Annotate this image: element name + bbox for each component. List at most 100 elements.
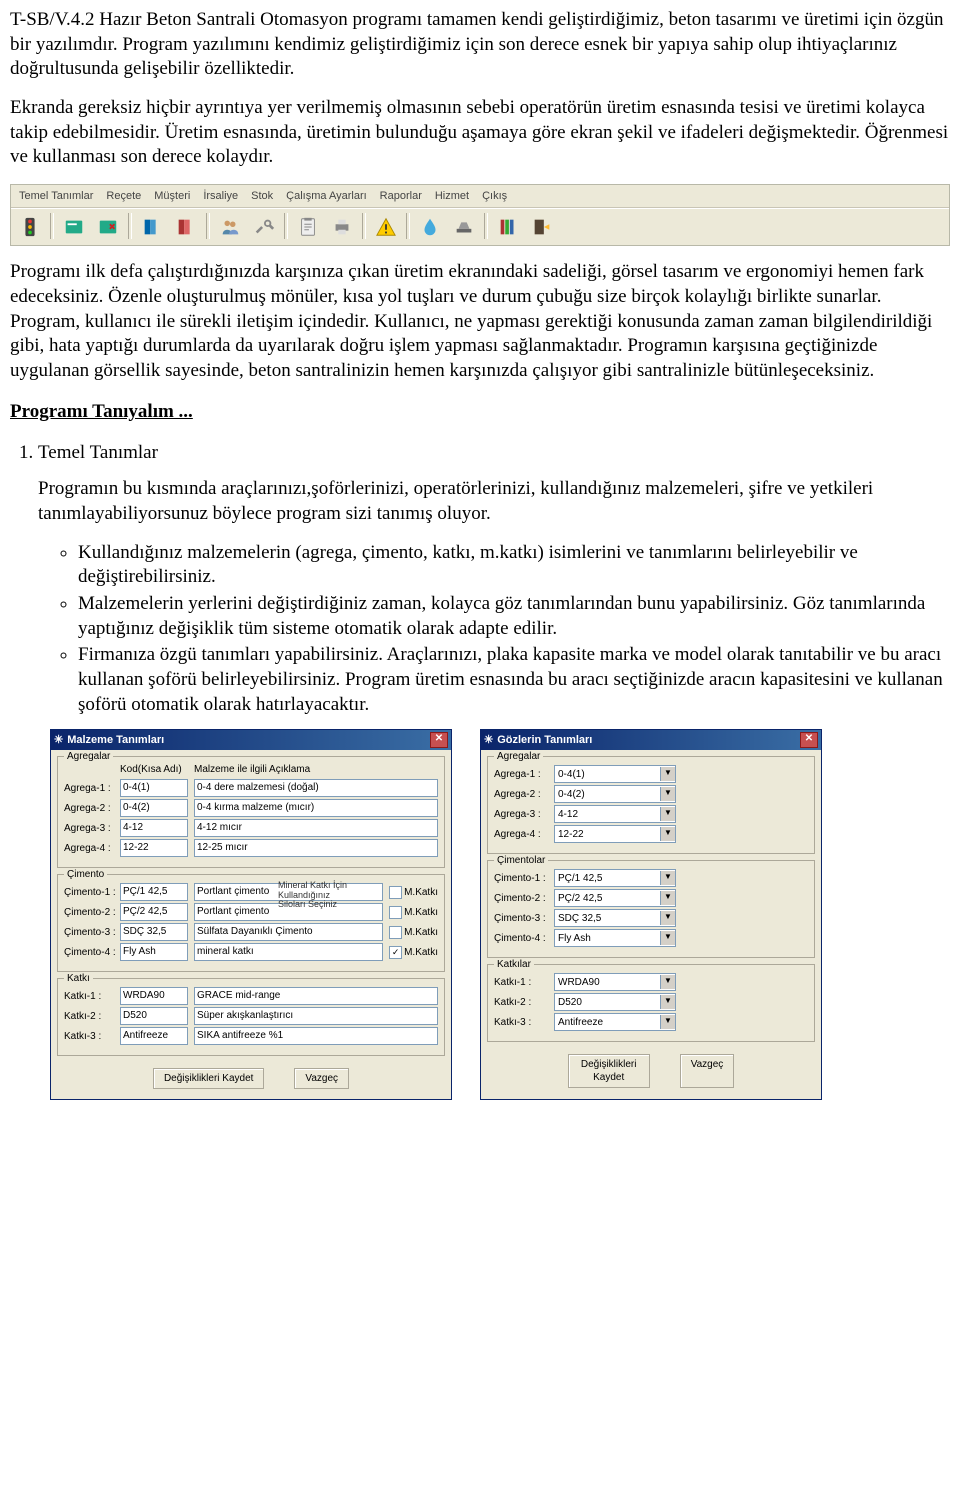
- code-input[interactable]: 0-4(2): [120, 799, 188, 817]
- desc-input[interactable]: SIKA antifreeze %1: [194, 1027, 438, 1045]
- dropdown[interactable]: SDÇ 32,5▼: [554, 909, 676, 927]
- mkatki-checkbox[interactable]: ✓M.Katkı: [389, 946, 438, 959]
- clipboard-icon[interactable]: [292, 212, 324, 242]
- desc-input[interactable]: 12-25 mıcır: [194, 839, 438, 857]
- code-input[interactable]: SDÇ 32,5: [120, 923, 188, 941]
- dropdown-value: 0-4(1): [555, 768, 660, 781]
- red-folder-icon[interactable]: [170, 212, 202, 242]
- code-input[interactable]: Antifreeze: [120, 1027, 188, 1045]
- field-label: Agrega-1 :: [64, 782, 120, 795]
- cancel-button[interactable]: Vazgeç: [680, 1054, 735, 1088]
- code-input[interactable]: D520: [120, 1007, 188, 1025]
- bullet-3: Firmanıza özgü tanımları yapabilirsiniz.…: [78, 643, 950, 717]
- menu-stok[interactable]: Stok: [245, 187, 279, 205]
- dropdown-value: WRDA90: [555, 976, 660, 989]
- mineral-katki-hint: Mineral Katkı İçin Kullandığınız Silolar…: [278, 881, 358, 909]
- save-button[interactable]: Değişiklikleri Kaydet: [568, 1054, 650, 1088]
- users-icon[interactable]: [214, 212, 246, 242]
- water-drop-icon[interactable]: [414, 212, 446, 242]
- field-label: Katkı-1 :: [64, 990, 120, 1003]
- dropdown-value: PÇ/2 42,5: [555, 892, 660, 905]
- dropdown[interactable]: 12-22▼: [554, 825, 676, 843]
- form-row: Çimento-4 :Fly Ash▼: [494, 929, 808, 947]
- field-label: Katkı-2 :: [494, 996, 554, 1009]
- titlebar: ✳ Gözlerin Tanımları ✕: [481, 730, 821, 750]
- field-label: Agrega-2 :: [494, 788, 554, 801]
- close-icon[interactable]: ✕: [430, 732, 448, 748]
- dropdown[interactable]: WRDA90▼: [554, 973, 676, 991]
- form-row: Agrega-2 :0-4(2)▼: [494, 785, 808, 803]
- green-card-icon[interactable]: [58, 212, 90, 242]
- desc-input[interactable]: 0-4 dere malzemesi (doğal): [194, 779, 438, 797]
- desc-input[interactable]: Süper akışkanlaştırıcı: [194, 1007, 438, 1025]
- traffic-light-icon[interactable]: [14, 212, 46, 242]
- blue-folder-icon[interactable]: [136, 212, 168, 242]
- code-input[interactable]: 12-22: [120, 839, 188, 857]
- mixer-icon[interactable]: [448, 212, 480, 242]
- field-label: Çimento-3 :: [494, 912, 554, 925]
- malzeme-tanimlari-dialog: ✳ Malzeme Tanımları ✕ Agregalar Kod(Kısa…: [50, 729, 452, 1100]
- exit-icon[interactable]: [526, 212, 558, 242]
- field-label: Katkı-2 :: [64, 1010, 120, 1023]
- dropdown-value: D520: [555, 996, 660, 1009]
- menu-hizmet[interactable]: Hizmet: [429, 187, 475, 205]
- code-input[interactable]: PÇ/1 42,5: [120, 883, 188, 901]
- dropdown-value: 4-12: [555, 808, 660, 821]
- form-row: Çimento-3 :SDÇ 32,5▼: [494, 909, 808, 927]
- menu-recete[interactable]: Reçete: [100, 187, 147, 205]
- books-icon[interactable]: [492, 212, 524, 242]
- form-row: Agrega-1 :0-4(1) 0-4 dere malzemesi (doğa…: [64, 779, 438, 797]
- code-input[interactable]: Fly Ash: [120, 943, 188, 961]
- menu-raporlar[interactable]: Raporlar: [374, 187, 428, 205]
- code-input[interactable]: 4-12: [120, 819, 188, 837]
- desc-input[interactable]: GRACE mid-range: [194, 987, 438, 1005]
- dropdown[interactable]: 0-4(1)▼: [554, 765, 676, 783]
- group-label: Katkı: [64, 972, 93, 985]
- form-row: Agrega-4 :12-22 12-25 mıcır: [64, 839, 438, 857]
- col-header-code: Kod(Kısa Adı): [120, 763, 182, 776]
- dropdown[interactable]: PÇ/1 42,5▼: [554, 869, 676, 887]
- cancel-button[interactable]: Vazgeç: [294, 1068, 349, 1089]
- green-card-x-icon[interactable]: [92, 212, 124, 242]
- form-row: Agrega-1 :0-4(1)▼: [494, 765, 808, 783]
- menu-musteri[interactable]: Müşteri: [148, 187, 196, 205]
- dropdown[interactable]: 4-12▼: [554, 805, 676, 823]
- warning-icon[interactable]: [370, 212, 402, 242]
- dropdown[interactable]: Fly Ash▼: [554, 929, 676, 947]
- bullet-1: Kullandığınız malzemelerin (agrega, çime…: [78, 541, 950, 590]
- chevron-down-icon: ▼: [660, 891, 675, 905]
- intro-para-1: T-SB/V.4.2 Hazır Beton Santrali Otomasyo…: [10, 8, 950, 82]
- mkatki-checkbox[interactable]: M.Katkı: [389, 886, 438, 899]
- dropdown[interactable]: D520▼: [554, 993, 676, 1011]
- menu-cikis[interactable]: Çıkış: [476, 187, 513, 205]
- desc-input[interactable]: 0-4 kırma malzeme (mıcır): [194, 799, 438, 817]
- code-input[interactable]: 0-4(1): [120, 779, 188, 797]
- dropdown[interactable]: PÇ/2 42,5▼: [554, 889, 676, 907]
- agregalar-group: Agregalar Kod(Kısa Adı) Malzeme ile ilgi…: [57, 756, 445, 868]
- form-row: Katkı-3 :Antifreeze▼: [494, 1013, 808, 1031]
- form-row: Çimento-4 :Fly Ashmineral katkı✓M.Katkı: [64, 943, 438, 961]
- field-label: Agrega-4 :: [64, 842, 120, 855]
- desc-input[interactable]: 4-12 mıcır: [194, 819, 438, 837]
- menu-temel-tanimlar[interactable]: Temel Tanımlar: [13, 187, 99, 205]
- chevron-down-icon: ▼: [660, 807, 675, 821]
- desc-input[interactable]: mineral katkı: [194, 943, 383, 961]
- tools-icon[interactable]: [248, 212, 280, 242]
- save-button[interactable]: Değişiklikleri Kaydet: [153, 1068, 264, 1089]
- mkatki-checkbox[interactable]: M.Katkı: [389, 926, 438, 939]
- section-1-heading: Temel Tanımlar: [38, 442, 158, 463]
- field-label: Agrega-2 :: [64, 802, 120, 815]
- katki-group: Katkı Katkı-1 :WRDA90GRACE mid-rangeKatk…: [57, 978, 445, 1056]
- code-input[interactable]: PÇ/2 42,5: [120, 903, 188, 921]
- mkatki-checkbox[interactable]: M.Katkı: [389, 906, 438, 919]
- printer-icon[interactable]: [326, 212, 358, 242]
- close-icon[interactable]: ✕: [800, 732, 818, 748]
- dropdown[interactable]: 0-4(2)▼: [554, 785, 676, 803]
- menu-calisma-ayarlari[interactable]: Çalışma Ayarları: [280, 187, 373, 205]
- chevron-down-icon: ▼: [660, 827, 675, 841]
- code-input[interactable]: WRDA90: [120, 987, 188, 1005]
- dropdown[interactable]: Antifreeze▼: [554, 1013, 676, 1031]
- desc-input[interactable]: Sülfata Dayanıklı Çimento: [194, 923, 383, 941]
- group-label: Agregalar: [494, 750, 543, 763]
- menu-irsaliye[interactable]: İrsaliye: [197, 187, 244, 205]
